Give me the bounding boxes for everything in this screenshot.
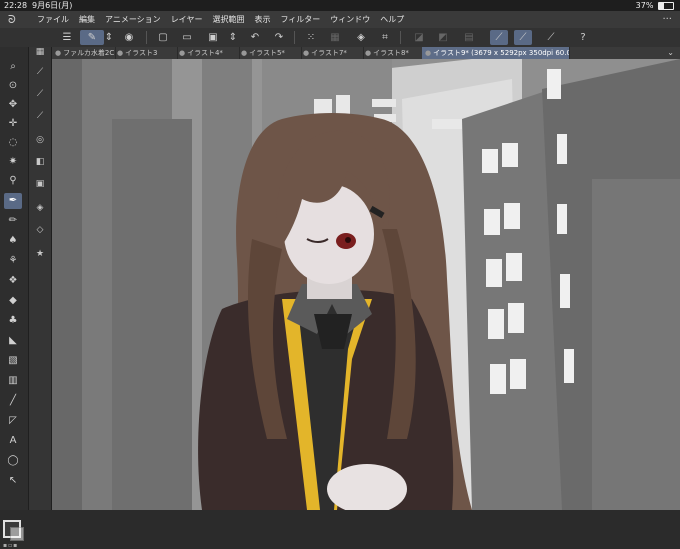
status-time: 22:28 xyxy=(4,1,28,10)
undo-icon[interactable]: ↶ xyxy=(246,30,264,45)
balloon-icon[interactable]: ◯ xyxy=(4,453,22,469)
hamburger-menu-icon[interactable]: ☰ xyxy=(58,30,76,45)
subtool-star-icon[interactable]: ★ xyxy=(32,247,48,261)
pen-icon[interactable]: ✒ xyxy=(4,193,22,209)
battery-indicator: 37% xyxy=(636,0,674,11)
text-icon[interactable]: A xyxy=(4,433,22,449)
tab-6[interactable]: ● イラスト8* xyxy=(362,47,424,59)
subtool-settings-icon[interactable]: ◧ xyxy=(32,155,48,169)
menu-edit[interactable]: 編集 xyxy=(74,11,100,28)
subtool-pen-b-icon[interactable]: ⟋ xyxy=(32,87,48,101)
rotate-disabled-icon: ◩ xyxy=(438,32,448,43)
tabs-dropdown-icon[interactable]: ⌄ xyxy=(667,47,674,59)
menu-filter[interactable]: フィルター xyxy=(275,11,325,28)
snap-special-ruler-icon[interactable]: ⟋ xyxy=(514,30,532,45)
lasso-icon[interactable]: ◌ xyxy=(4,135,22,151)
tab-label: イラスト3 xyxy=(125,49,158,57)
tab-1[interactable]: ● ファルカ水着2C xyxy=(52,47,116,59)
sub-tool-palette: ▦ ⟋ ⟋ ⟋ ◎ ◧ ▣ ◈ ◇ ★ xyxy=(29,47,52,510)
tool-palette: ⌕ ⊙ ✥ ✛ ◌ ✷ ⚲ ✒ ✏ ♠ ⚘ ❖ ◆ ♣ ◣ ▧ ▥ ╱ ◸ A … xyxy=(0,47,29,549)
subtool-circle-icon[interactable]: ◎ xyxy=(32,133,48,147)
sub-color-swatch[interactable] xyxy=(10,527,24,541)
stepper-icon[interactable]: ⇕ xyxy=(104,30,114,45)
tab-label: イラスト7* xyxy=(311,49,347,57)
eraser-icon[interactable]: ◆ xyxy=(4,293,22,309)
preview-icon[interactable]: ◉ xyxy=(120,30,138,45)
redo-icon[interactable]: ↷ xyxy=(270,30,288,45)
tab-3[interactable]: ● イラスト4* xyxy=(176,47,240,59)
illustration xyxy=(52,59,680,510)
app-logo-icon[interactable]: ᘐ xyxy=(8,11,16,28)
subtool-square-icon[interactable]: ▣ xyxy=(32,177,48,191)
open-folder-icon[interactable]: ▭ xyxy=(178,30,196,45)
snap-ruler-icon[interactable]: ⟋ xyxy=(490,30,508,45)
tab-label: イラスト4* xyxy=(187,49,223,57)
frame-icon[interactable]: ▥ xyxy=(4,373,22,389)
menu-help[interactable]: ヘルプ xyxy=(375,11,409,28)
subtool-layer-icon[interactable]: ◈ xyxy=(32,201,48,215)
menu-file[interactable]: ファイル xyxy=(32,11,74,28)
airbrush-icon[interactable]: ⚘ xyxy=(4,253,22,269)
subtool-menu-icon[interactable]: ▦ xyxy=(32,45,48,59)
status-bar: 22:28 9月6日(月) 37% xyxy=(0,0,680,11)
tab-label: イラスト8* xyxy=(373,49,409,57)
tab-label: イラスト5* xyxy=(249,49,285,57)
layer-move-icon[interactable]: ✥ xyxy=(4,97,22,113)
menu-window[interactable]: ウィンドウ xyxy=(325,11,375,28)
help-icon[interactable]: ? xyxy=(574,30,592,45)
decoration-icon[interactable]: ❖ xyxy=(4,273,22,289)
fill-icon[interactable]: ◈ xyxy=(352,30,370,45)
menu-animation[interactable]: アニメーション xyxy=(100,11,166,28)
deselect-icon[interactable]: ▦ xyxy=(326,30,344,45)
line-icon[interactable]: ╱ xyxy=(4,393,22,409)
tab-5[interactable]: ● イラスト7* xyxy=(300,47,364,59)
tab-7-active[interactable]: ● イラスト9* (3679 x 5292px 350dpi 60.0%) xyxy=(422,47,570,59)
menu-items: ファイル 編集 アニメーション レイヤー 選択範囲 表示 フィルター ウィンドウ… xyxy=(32,11,409,28)
tab-4[interactable]: ● イラスト5* xyxy=(238,47,302,59)
crop-icon[interactable]: ⌗ xyxy=(376,30,394,45)
canvas-tabs: ● ファルカ水着2C ● イラスト3 ● イラスト4* ● イラスト5* ● イラスト7*… xyxy=(52,47,680,59)
status-date: 9月6日(月) xyxy=(32,1,73,10)
more-icon[interactable]: ··· xyxy=(662,11,672,28)
blend-icon[interactable]: ♣ xyxy=(4,313,22,329)
tab-label: ファルカ水着2C xyxy=(63,49,115,57)
subtool-stack-icon[interactable]: ◇ xyxy=(32,223,48,237)
select-all-icon[interactable]: ⁙ xyxy=(302,30,320,45)
zoom-icon[interactable]: ⌕ xyxy=(4,59,22,75)
menu-bar: ᘐ ファイル 編集 アニメーション レイヤー 選択範囲 表示 フィルター ウィン… xyxy=(0,11,680,28)
battery-percent: 37% xyxy=(635,1,654,10)
menu-selection[interactable]: 選択範囲 xyxy=(207,11,249,28)
menu-view[interactable]: 表示 xyxy=(249,11,275,28)
magic-wand-icon[interactable]: ✷ xyxy=(4,154,22,170)
tab-2[interactable]: ● イラスト3 xyxy=(114,47,178,59)
fill-bucket-icon[interactable]: ◣ xyxy=(4,333,22,349)
command-bar: ☰ ✎ ⇕ ◉ ▢ ▭ ▣ ⇕ ↶ ↷ ⁙ ▦ ◈ ⌗ ◪ ◩ ▤ ⟋ ⟋ ⟋ … xyxy=(0,28,680,48)
figure-icon[interactable]: ◸ xyxy=(4,413,22,429)
gradient-icon[interactable]: ▧ xyxy=(4,353,22,369)
move-icon[interactable]: ✛ xyxy=(4,116,22,132)
snap-grid-icon[interactable]: ⟋ xyxy=(542,30,560,45)
menu-layer[interactable]: レイヤー xyxy=(166,11,208,28)
transform-disabled-icon: ◪ xyxy=(414,32,424,43)
subtool-pen-c-icon[interactable]: ⟋ xyxy=(32,109,48,123)
pencil-icon[interactable]: ✏ xyxy=(4,213,22,229)
correct-line-icon[interactable]: ↖ xyxy=(4,473,22,489)
battery-icon xyxy=(658,1,674,10)
tab-label: イラスト9* (3679 x 5292px 350dpi 60.0%) xyxy=(433,49,570,57)
color-picker[interactable]: ▪▫▪ xyxy=(3,520,25,549)
operation-icon[interactable]: ⊙ xyxy=(4,78,22,94)
subtool-pen-a-icon[interactable]: ⟋ xyxy=(32,65,48,79)
save-icon[interactable]: ▣ xyxy=(204,30,222,45)
save-stepper-icon[interactable]: ⇕ xyxy=(228,30,238,45)
eyedropper-icon[interactable]: ⚲ xyxy=(4,173,22,189)
drawing-canvas[interactable] xyxy=(52,59,680,510)
brush-icon[interactable]: ♠ xyxy=(4,233,22,249)
brush-preset-icon[interactable]: ✎ xyxy=(80,30,104,45)
ruler-disabled-icon: ▤ xyxy=(464,32,474,43)
color-mode-icon[interactable]: ▪▫▪ xyxy=(3,542,18,549)
new-file-icon[interactable]: ▢ xyxy=(154,30,172,45)
